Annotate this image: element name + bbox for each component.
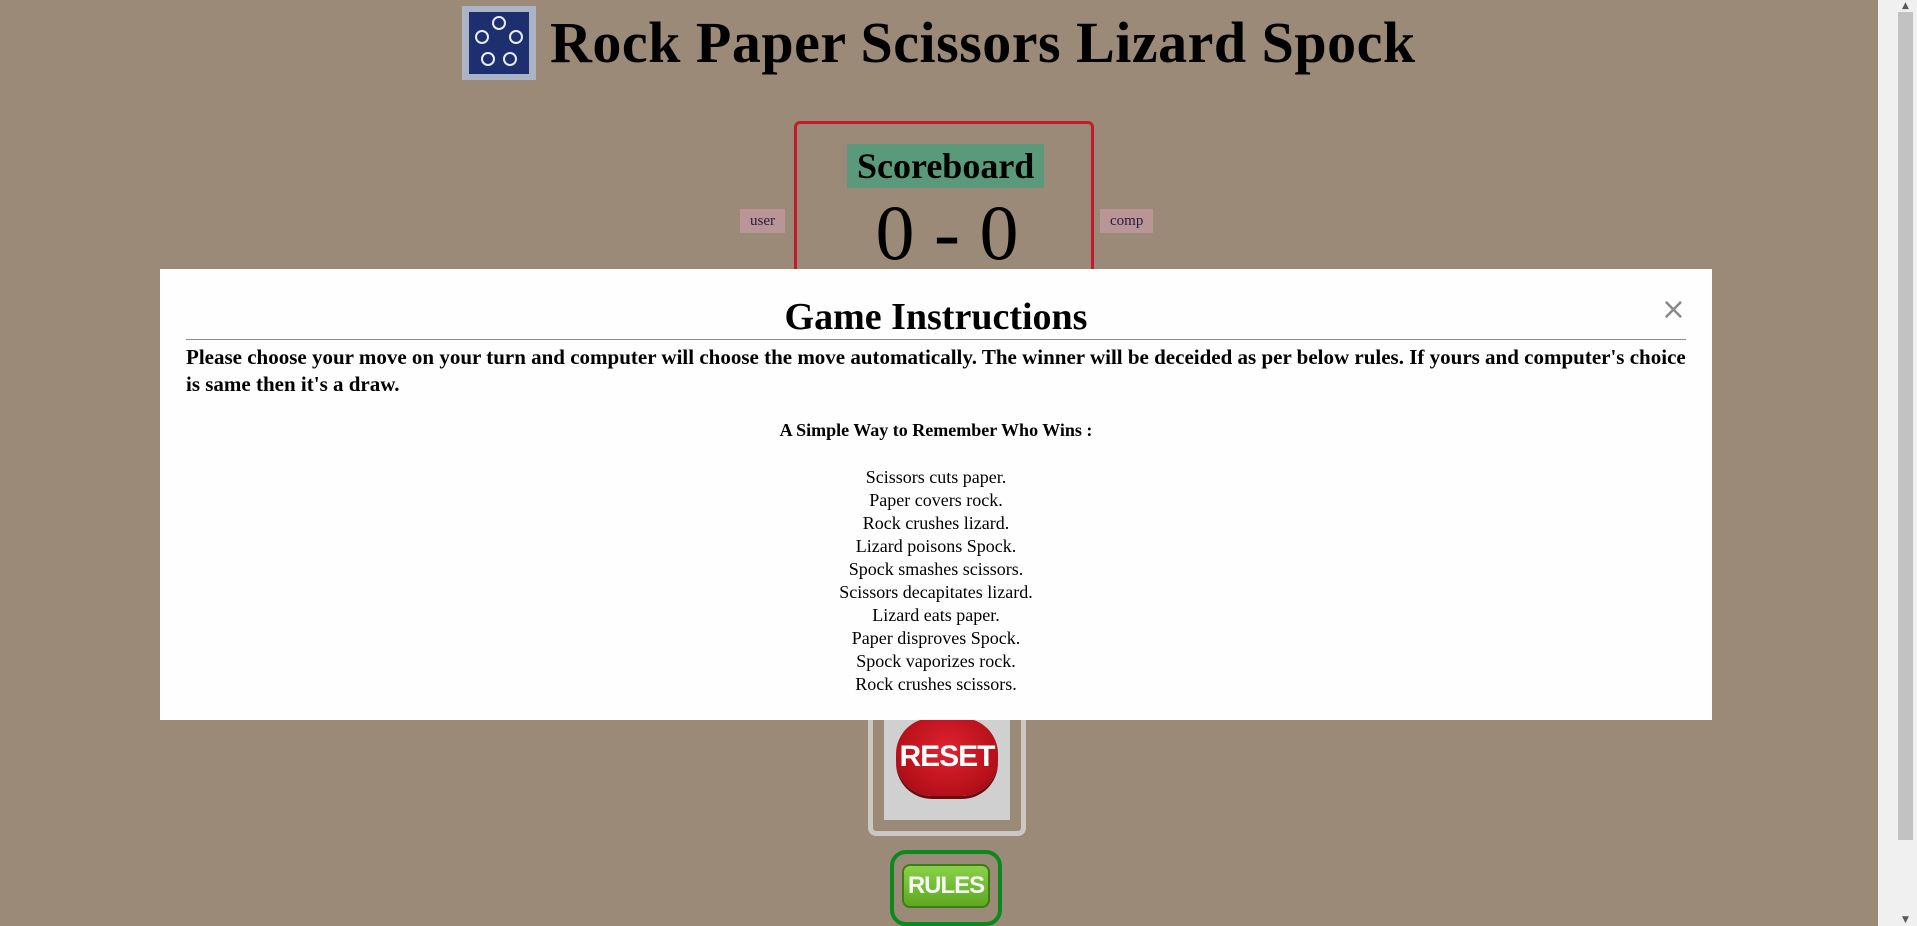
scrollbar-thumb[interactable] [1898,12,1913,840]
rule-item: Lizard poisons Spock. [855,536,1017,556]
modal-description: Please choose your move on your turn and… [186,345,1686,396]
page-scrollbar[interactable]: ▲ ▼ [1878,0,1917,926]
scoreboard: Scoreboard 0 - 0 [794,121,1094,281]
score-value: 0 - 0 [875,189,1019,276]
close-icon[interactable]: × [1661,295,1686,325]
scoreboard-title: Scoreboard [847,144,1045,188]
scroll-down-icon[interactable]: ▼ [1898,914,1913,926]
page-header: Rock Paper Scissors Lizard Spock [462,6,1416,80]
user-score-label: user [740,209,785,233]
rule-item: Rock crushes scissors. [855,674,1017,694]
reset-button[interactable]: RESET [896,718,998,796]
comp-score-label: comp [1100,209,1154,233]
scroll-up-icon[interactable]: ▲ [1898,0,1913,12]
rule-item: Spock smashes scissors. [848,559,1024,579]
rule-item: Rock crushes lizard. [862,513,1010,533]
modal-title: Game Instructions [186,269,1686,340]
rule-item: Paper covers rock. [869,490,1003,510]
rules-list: Scissors cuts paper. Paper covers rock. … [186,466,1686,696]
rule-item: Paper disproves Spock. [851,628,1021,648]
rpsls-logo-icon [462,6,536,80]
rules-button[interactable]: RULES [902,864,990,908]
rule-item: Spock vaporizes rock. [856,651,1016,671]
rule-item: Scissors cuts paper. [865,467,1007,487]
page-title: Rock Paper Scissors Lizard Spock [550,10,1416,75]
instructions-modal: × Game Instructions Please choose your m… [160,269,1712,720]
rule-item: Lizard eats paper. [872,605,1000,625]
modal-subheading: A Simple Way to Remember Who Wins : [779,420,1093,440]
rule-item: Scissors decapitates lizard. [839,582,1033,602]
